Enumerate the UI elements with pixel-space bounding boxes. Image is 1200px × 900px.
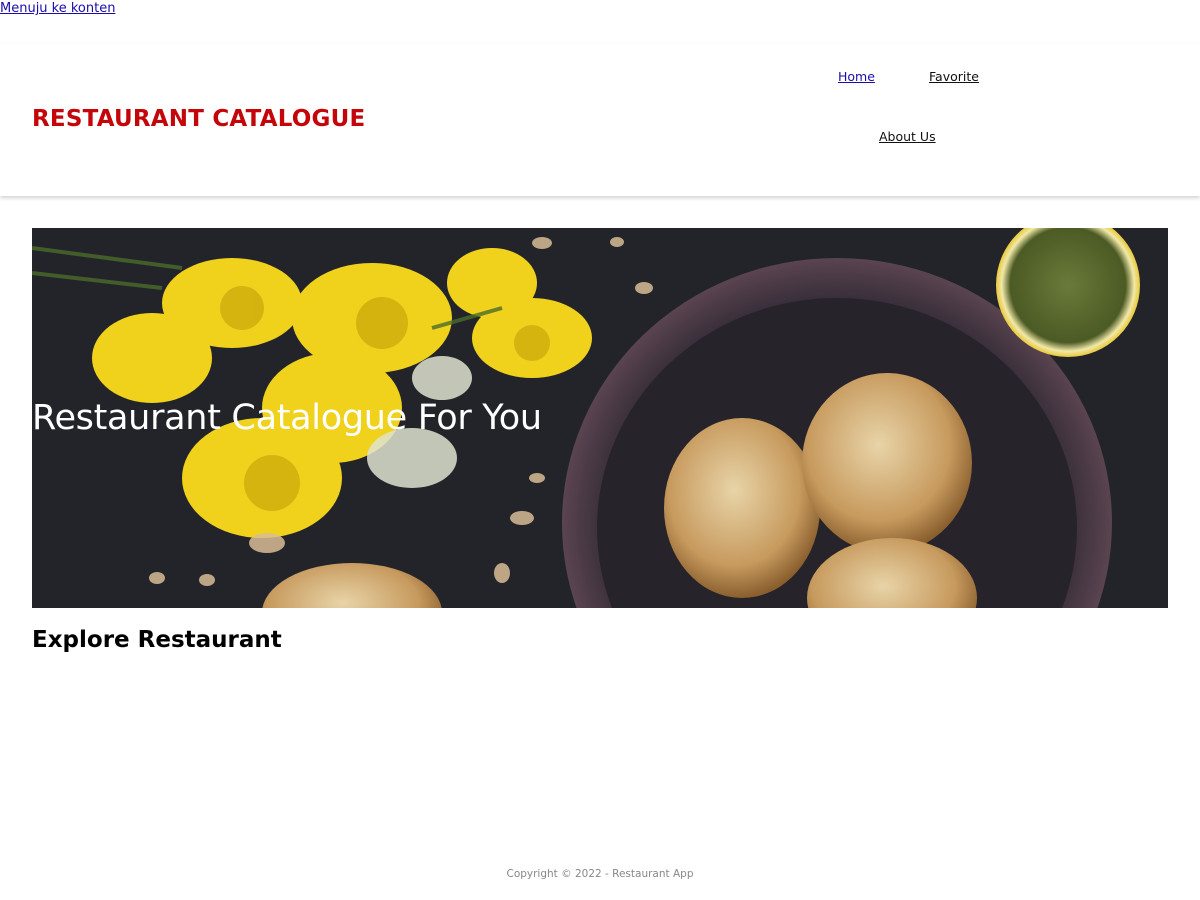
- footer: Copyright © 2022 - Restaurant App: [0, 868, 1200, 880]
- nav-item-home[interactable]: Home: [838, 69, 875, 84]
- skip-to-content-link[interactable]: Menuju ke konten: [0, 1, 115, 16]
- app-header: RESTAURANT CATALOGUE Home Favorite About…: [0, 44, 1200, 196]
- nav-item-favorite[interactable]: Favorite: [929, 69, 979, 84]
- hero-banner: Restaurant Catalogue For You: [32, 228, 1168, 608]
- brand-title: RESTAURANT CATALOGUE: [32, 106, 366, 132]
- copyright-text: Copyright © 2022 - Restaurant App: [506, 868, 694, 880]
- explore-restaurant-heading: Explore Restaurant: [32, 627, 282, 653]
- hero-title: Restaurant Catalogue For You: [32, 398, 542, 438]
- nav-item-about-us[interactable]: About Us: [879, 129, 936, 144]
